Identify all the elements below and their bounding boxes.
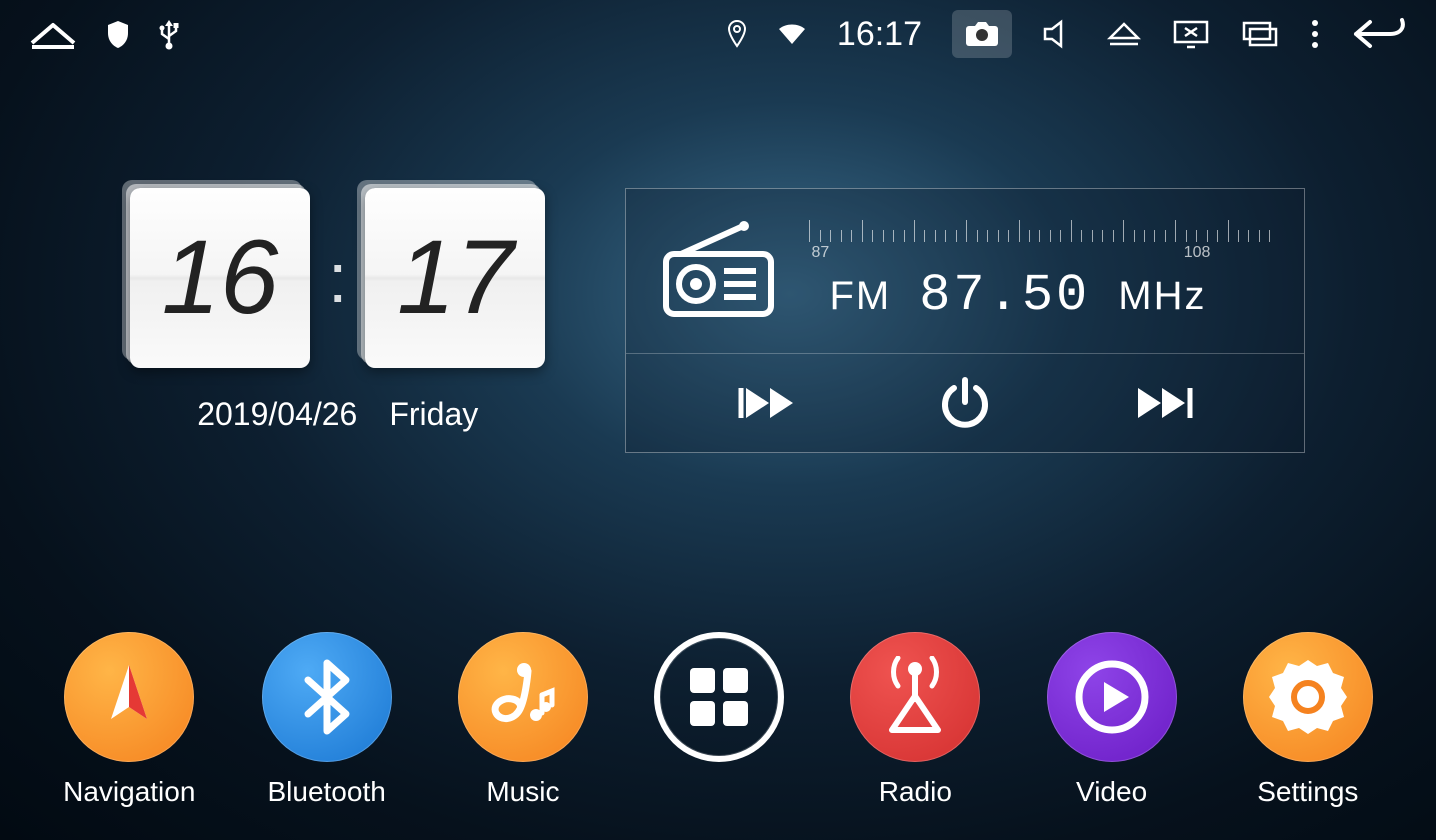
radio-widget: 87 108 FM 87.50 MHz bbox=[625, 188, 1305, 453]
location-icon bbox=[727, 19, 747, 49]
clock-date: 2019/04/26 bbox=[197, 396, 357, 433]
usb-icon bbox=[158, 17, 180, 51]
bluetooth-icon bbox=[262, 632, 392, 762]
freq-band: FM bbox=[829, 274, 891, 319]
clock-widget[interactable]: 16 : 17 2019/04/26 Friday bbox=[130, 188, 545, 453]
radio-next-button[interactable] bbox=[1128, 382, 1198, 424]
app-music[interactable]: Music bbox=[458, 632, 588, 810]
more-icon[interactable] bbox=[1310, 17, 1320, 51]
app-settings[interactable]: Settings bbox=[1243, 632, 1373, 810]
app-label: Navigation bbox=[63, 776, 195, 810]
camera-button[interactable] bbox=[952, 10, 1012, 58]
shield-icon bbox=[106, 19, 130, 49]
radio-dial[interactable]: 87 108 bbox=[805, 218, 1274, 260]
settings-icon bbox=[1243, 632, 1373, 762]
app-label: Video bbox=[1076, 776, 1147, 810]
app-navigation[interactable]: Navigation bbox=[63, 632, 195, 810]
app-label: Music bbox=[486, 776, 559, 810]
radio-prev-button[interactable] bbox=[733, 382, 803, 424]
close-screen-icon[interactable] bbox=[1172, 19, 1210, 49]
status-bar: 16:17 bbox=[0, 0, 1436, 68]
music-icon bbox=[458, 632, 588, 762]
apps-icon bbox=[654, 632, 784, 762]
back-icon[interactable] bbox=[1350, 16, 1408, 52]
status-time: 16:17 bbox=[837, 15, 922, 54]
clock-weekday: Friday bbox=[389, 396, 478, 433]
app-bluetooth[interactable]: Bluetooth bbox=[262, 632, 392, 810]
radio-icon bbox=[850, 632, 980, 762]
clock-hours: 16 bbox=[130, 188, 310, 368]
wifi-icon bbox=[777, 22, 807, 46]
app-radio[interactable]: Radio bbox=[850, 632, 980, 810]
radio-power-button[interactable] bbox=[936, 374, 994, 432]
app-dock: Navigation Bluetooth Music Radio Video Settin… bbox=[0, 632, 1436, 810]
clock-minutes: 17 bbox=[365, 188, 545, 368]
freq-unit: MHz bbox=[1118, 274, 1206, 319]
dial-max-label: 108 bbox=[1184, 244, 1211, 262]
video-icon bbox=[1047, 632, 1177, 762]
app-label: Bluetooth bbox=[267, 776, 385, 810]
radio-icon bbox=[656, 219, 781, 324]
app-label: Settings bbox=[1257, 776, 1358, 810]
freq-value: 87.50 bbox=[919, 266, 1090, 325]
eject-icon[interactable] bbox=[1106, 20, 1142, 48]
cascade-icon[interactable] bbox=[1240, 19, 1280, 49]
home-icon[interactable] bbox=[28, 17, 78, 51]
app-apps[interactable] bbox=[654, 632, 784, 810]
clock-colon: : bbox=[328, 238, 347, 318]
dial-min-label: 87 bbox=[811, 244, 829, 262]
navigation-icon bbox=[64, 632, 194, 762]
app-video[interactable]: Video bbox=[1047, 632, 1177, 810]
volume-icon[interactable] bbox=[1042, 19, 1076, 49]
app-label: Radio bbox=[879, 776, 952, 810]
